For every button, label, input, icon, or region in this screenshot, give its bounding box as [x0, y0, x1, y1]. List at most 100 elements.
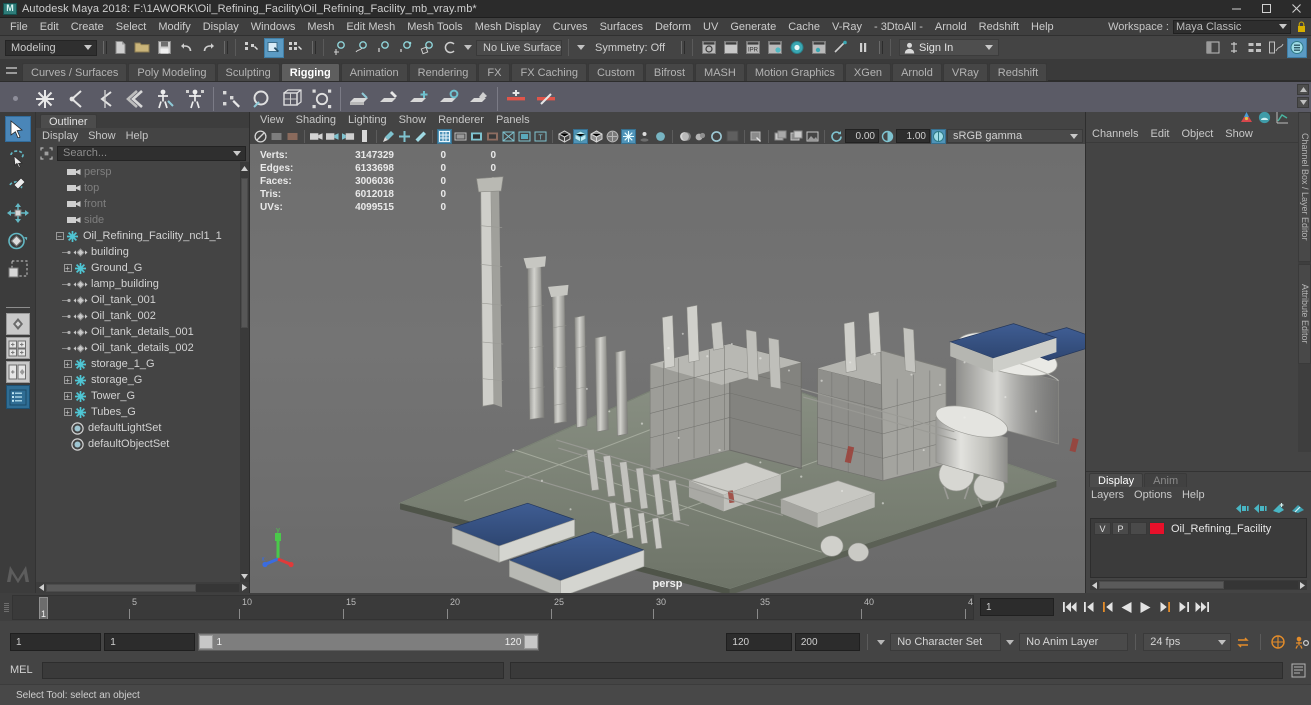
auto-keyframe-toggle-icon[interactable]	[1268, 633, 1288, 651]
expand-twisty-icon[interactable]: +	[62, 359, 73, 370]
menu-file[interactable]: File	[4, 20, 34, 34]
outliner-search-input[interactable]: Search...	[57, 145, 246, 161]
new-scene-icon[interactable]	[110, 38, 130, 58]
outliner-item-default-light-set[interactable]: defaultLightSet	[36, 420, 249, 436]
layer-menu-layers[interactable]: Layers	[1091, 489, 1124, 501]
edit-pose-interpolator-icon[interactable]	[531, 84, 561, 114]
show-graph-editor-icon[interactable]	[1266, 38, 1286, 58]
paint-blend-shape-weights-icon[interactable]	[464, 84, 494, 114]
gate-mask-icon[interactable]	[485, 129, 500, 144]
outliner-item-persp[interactable]: persp	[36, 164, 249, 180]
toggle-image-plane-icon[interactable]	[805, 129, 820, 144]
menu-redshift[interactable]: Redshift	[973, 20, 1025, 34]
rotate-tool-icon[interactable]	[5, 228, 31, 254]
menu-mesh[interactable]: Mesh	[301, 20, 340, 34]
vertical-tab-attribute-editor[interactable]: Attribute Editor	[1298, 264, 1311, 364]
menu-display[interactable]: Display	[197, 20, 245, 34]
move-layer-down-icon[interactable]	[1254, 503, 1267, 517]
xray-active-components-icon[interactable]: T	[533, 129, 548, 144]
symmetry-caret[interactable]	[575, 40, 587, 56]
exposure-reset-icon[interactable]	[829, 129, 844, 144]
open-scene-icon[interactable]	[132, 38, 152, 58]
outliner-menu-help[interactable]: Help	[126, 130, 149, 142]
outliner-item-top[interactable]: top	[36, 180, 249, 196]
range-slider-left-handle[interactable]	[199, 635, 214, 649]
outliner-filter-icon[interactable]	[39, 146, 54, 161]
texture-filter-icon[interactable]	[773, 129, 788, 144]
step-forward-keyframe-icon[interactable]	[1175, 598, 1192, 616]
outliner-item-side[interactable]: side	[36, 212, 249, 228]
range-slider-control[interactable]: 1 120	[198, 633, 540, 651]
use-all-lights-icon[interactable]	[621, 128, 636, 144]
ik-fk-blend-icon[interactable]	[120, 84, 150, 114]
make-live-icon[interactable]	[440, 38, 460, 58]
menu-vray[interactable]: V-Ray	[826, 20, 868, 34]
playback-speed-combo[interactable]: 24 fps	[1143, 633, 1231, 651]
scroll-right-arrow-icon[interactable]	[239, 583, 249, 592]
workspace-combo[interactable]: Maya Classic	[1173, 19, 1291, 34]
isolate-select-icon[interactable]	[749, 129, 764, 144]
outliner-item-storage-1-g[interactable]: + storage_1_G	[36, 356, 249, 372]
hardware-texturing-icon[interactable]	[605, 129, 620, 144]
layer-display-type-toggle[interactable]	[1130, 522, 1147, 535]
viewport-menu-lighting[interactable]: Lighting	[348, 114, 387, 126]
shelf-tab-redshift[interactable]: Redshift	[988, 63, 1048, 81]
grease-pencil-icon[interactable]	[397, 129, 412, 144]
anim-layer-caret[interactable]	[1004, 633, 1016, 651]
wrap-deformer-icon[interactable]	[277, 84, 307, 114]
hypershade-icon[interactable]	[787, 38, 807, 58]
outliner-item-oil-tank-details-002[interactable]: Oil_tank_details_002	[36, 340, 249, 356]
wireframe-shading-icon[interactable]	[557, 129, 572, 144]
channel-menu-channels[interactable]: Channels	[1092, 128, 1138, 140]
play-forwards-icon[interactable]	[1137, 598, 1154, 616]
scroll-left-arrow-icon[interactable]	[36, 583, 46, 592]
exposure-value-field[interactable]: 0.00	[845, 129, 879, 143]
expand-twisty-icon[interactable]: +	[62, 263, 73, 274]
viewport-3d-canvas[interactable]: Verts: 3147329 0 0 Edges: 6133698 0 0 Fa…	[250, 144, 1085, 593]
four-view-layout-icon[interactable]	[5, 337, 30, 359]
create-pose-interpolator-icon[interactable]	[501, 84, 531, 114]
symmetry-field[interactable]: Symmetry: Off	[589, 40, 675, 56]
outliner-item-oil-tank-002[interactable]: Oil_tank_002	[36, 308, 249, 324]
menu-create[interactable]: Create	[65, 20, 110, 34]
multisample-aa-icon[interactable]	[693, 129, 708, 144]
outliner-item-default-object-set[interactable]: defaultObjectSet	[36, 436, 249, 452]
undo-icon[interactable]	[176, 38, 196, 58]
move-layer-up-icon[interactable]	[1236, 503, 1249, 517]
outliner-item-oil-tank-details-001[interactable]: Oil_tank_details_001	[36, 324, 249, 340]
blend-shape-icon[interactable]	[344, 84, 374, 114]
edit-deformer-membership-icon[interactable]	[217, 84, 247, 114]
screen-space-ao-icon[interactable]	[653, 129, 668, 144]
outliner-tree[interactable]: persp top front side − Oil_Refining_Faci…	[36, 162, 249, 582]
scroll-left-arrow-icon[interactable]	[1090, 581, 1099, 590]
outliner-item-tubes-g[interactable]: + Tubes_G	[36, 404, 249, 420]
paint-skin-weights-icon[interactable]	[180, 84, 210, 114]
snap-to-grid-icon[interactable]	[330, 38, 350, 58]
layer-horizontal-scrollbar[interactable]	[1090, 580, 1307, 590]
command-language-label[interactable]: MEL	[10, 664, 36, 676]
hscroll-thumb[interactable]	[46, 583, 196, 592]
show-outliner-panel-icon[interactable]	[1203, 38, 1223, 58]
expand-twisty-icon[interactable]: +	[62, 407, 73, 418]
sign-in-button[interactable]: Sign In	[899, 39, 999, 56]
show-manipulators-icon[interactable]	[1240, 111, 1253, 127]
render-settings-icon[interactable]	[765, 38, 785, 58]
create-ik-handle-icon[interactable]	[60, 84, 90, 114]
menu-arnold[interactable]: Arnold	[929, 20, 973, 34]
cluster-deformer-icon[interactable]	[307, 84, 337, 114]
minimize-button[interactable]	[1221, 0, 1251, 18]
toggle-ipr-tuning-icon[interactable]	[831, 38, 851, 58]
create-empty-layer-icon[interactable]	[1272, 503, 1286, 517]
shelf-tab-bifrost[interactable]: Bifrost	[644, 63, 695, 81]
two-pane-layout-icon[interactable]	[5, 361, 30, 383]
layer-hscroll-thumb[interactable]	[1099, 581, 1224, 589]
toolbar-separator[interactable]	[678, 39, 685, 56]
menuset-mode-combo[interactable]: Modeling	[5, 39, 97, 56]
command-input-field[interactable]	[42, 661, 504, 679]
scroll-down-arrow-icon[interactable]	[241, 572, 248, 580]
menu-windows[interactable]: Windows	[245, 20, 302, 34]
layer-tab-display[interactable]: Display	[1089, 473, 1144, 487]
menu-curves[interactable]: Curves	[547, 20, 594, 34]
layer-tab-anim[interactable]: Anim	[1144, 473, 1188, 487]
menu-cache[interactable]: Cache	[782, 20, 826, 34]
